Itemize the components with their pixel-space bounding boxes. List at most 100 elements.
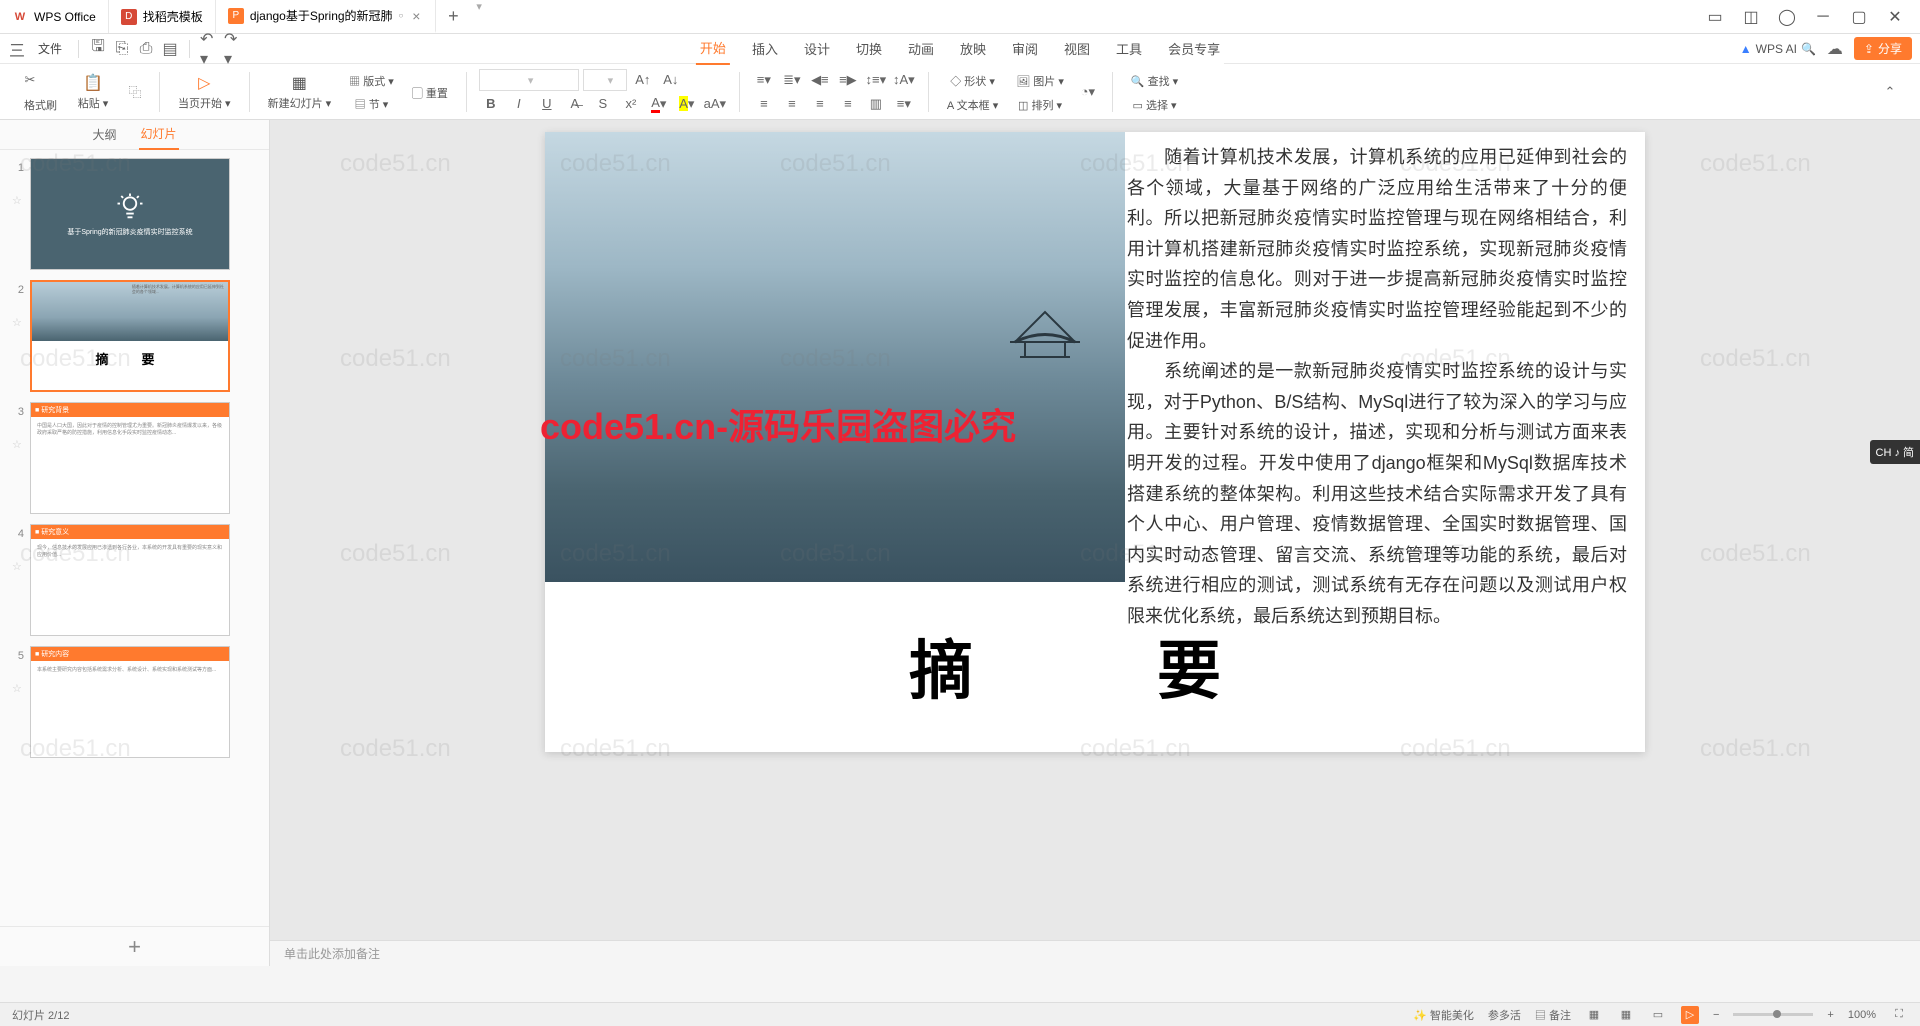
select-button[interactable]: ▭ 选择 ▾ [1125,93,1184,115]
maximize-icon[interactable]: ▢ [1842,2,1876,32]
collapse-ribbon-icon[interactable]: ⌃ [1878,81,1902,103]
decrease-indent-icon[interactable]: ◀≡ [808,69,832,91]
thumbnail-slide-1[interactable]: 基于Spring的新冠肺炎疫情实时监控系统 [30,158,230,270]
tab-insert[interactable]: 插入 [748,33,782,64]
zoom-level[interactable]: 100% [1848,1009,1876,1021]
section-button[interactable]: ▤ 节 ▾ [343,92,400,114]
reading-view-icon[interactable]: ▭ [1649,1006,1667,1024]
thumbnail-slide-5[interactable]: ■ 研究内容 本系统主要研究内容包括系统需求分析、系统设计、系统实现和系统测试等… [30,646,230,758]
star-icon[interactable]: ☆ [12,540,24,573]
print-preview-icon[interactable]: ▤ [161,40,179,58]
star-icon[interactable]: ☆ [12,296,24,329]
align-left-icon[interactable]: ≡ [752,93,776,115]
ime-indicator[interactable]: CH ♪ 简 [1870,440,1920,464]
fit-icon[interactable]: ⛶ [1890,1006,1908,1024]
current-slide[interactable]: 随着计算机技术发展，计算机系统的应用已延伸到社会的各个领域，大量基于网络的广泛应… [545,132,1645,752]
increase-indent-icon[interactable]: ≡▶ [836,69,860,91]
save-icon[interactable]: 🖫 [89,40,107,58]
zoom-in-icon[interactable]: + [1827,1009,1833,1021]
numbering-icon[interactable]: ≣▾ [780,69,804,91]
tab-current-doc[interactable]: P django基于Spring的新冠肺 ○ × [216,0,437,33]
italic-icon[interactable]: I [507,93,531,115]
font-size-select[interactable]: ▾ [583,69,627,91]
bullets-icon[interactable]: ≡▾ [752,69,776,91]
tab-review[interactable]: 审阅 [1008,33,1042,64]
zoom-out-icon[interactable]: − [1713,1009,1719,1021]
arrange-button[interactable]: ◫ 排列 ▾ [1010,93,1070,115]
thumbnail-slide-3[interactable]: ■ 研究背景 中国是人口大国，因此对于疫情的控制管理尤为重要。新冠肺炎疫情爆发以… [30,402,230,514]
smart-beautify-button[interactable]: ✨ 智能美化 [1413,1007,1474,1023]
close-icon[interactable]: × [409,9,423,23]
superscript-icon[interactable]: x² [619,93,643,115]
wps-ai-button[interactable]: ▲ WPS AI 🔍 [1740,42,1816,56]
thumbnail-slide-4[interactable]: ■ 研究意义 现今，信息技术的发展应用已渗透到各行各业，本系统的开发具有重要的现… [30,524,230,636]
normal-view-icon[interactable]: ▦ [1585,1006,1603,1024]
tab-view[interactable]: 视图 [1060,33,1094,64]
textbox-button[interactable]: A 文本框 ▾ [941,93,1004,115]
find-button[interactable]: 🔍 查找 ▾ [1125,69,1184,91]
slides-tab[interactable]: 幻灯片 [139,119,179,150]
decrease-font-icon[interactable]: A↓ [659,69,683,91]
new-slide-button[interactable]: ▦ 新建幻灯片 ▾ [262,71,338,113]
tab-design[interactable]: 设计 [800,33,834,64]
share-button[interactable]: ⇪ 分享 [1854,37,1912,60]
align-justify-icon[interactable]: ≡ [836,93,860,115]
minimize-icon[interactable]: ─ [1806,2,1840,32]
align-right-icon[interactable]: ≡ [808,93,832,115]
highlight-icon[interactable]: A▾ [675,93,699,115]
start-slideshow-button[interactable]: ▷ 当页开始 ▾ [172,71,237,113]
text-direction-icon[interactable]: ↕A▾ [892,69,916,91]
menu-icon[interactable]: 三 [8,40,26,58]
notes-button[interactable]: ▤ 备注 [1535,1007,1571,1023]
redo-icon[interactable]: ↷ ▾ [224,40,242,58]
font-color-icon[interactable]: A▾ [647,93,671,115]
cut-icon[interactable]: ✂ [18,69,42,91]
format-painter-button[interactable]: 格式刷 [18,93,63,115]
tab-home[interactable]: 开始 [696,32,730,65]
tab-tools[interactable]: 工具 [1112,33,1146,64]
change-case-icon[interactable]: aA▾ [703,93,727,115]
line-spacing-icon[interactable]: ↕≡▾ [864,69,888,91]
reset-button[interactable]: ▢ 重置 [406,81,454,103]
star-icon[interactable]: ☆ [12,662,24,695]
tab-slideshow[interactable]: 放映 [956,33,990,64]
zoom-slider[interactable] [1733,1013,1813,1016]
close-window-icon[interactable]: ✕ [1878,2,1912,32]
underline-icon[interactable]: U [535,93,559,115]
shadow-icon[interactable]: S [591,93,615,115]
outline-tab[interactable]: 大纲 [90,120,118,149]
new-tab-button[interactable]: + [436,0,470,33]
print-icon[interactable]: ⎙ [137,40,155,58]
columns-icon[interactable]: ▥ [864,93,888,115]
tab-vip[interactable]: 会员专享 [1164,33,1224,64]
tab-transition[interactable]: 切换 [852,33,886,64]
align-center-icon[interactable]: ≡ [780,93,804,115]
cloud-sync-icon[interactable]: ☁ [1826,40,1844,58]
cube-icon[interactable]: ◫ [1734,2,1768,32]
tab-animation[interactable]: 动画 [904,33,938,64]
shapes-button[interactable]: ◇ 形状 ▾ [941,69,1004,91]
tab-dropdown-icon[interactable]: ▾ [476,0,482,33]
sections-button[interactable]: 参多活 [1488,1007,1521,1023]
thumbnail-slide-2[interactable]: 随着计算机技术发展，计算机系统的应用已延伸到社会的各个领域... 摘 要 [30,280,230,392]
avatar-icon[interactable]: ◯ [1770,2,1804,32]
canvas-scroll[interactable]: 随着计算机技术发展，计算机系统的应用已延伸到社会的各个领域，大量基于网络的广泛应… [270,120,1920,940]
slide-title[interactable]: 摘 要 [545,620,1645,712]
star-icon[interactable]: ☆ [12,174,24,207]
file-menu[interactable]: 文件 [32,37,68,60]
undo-icon[interactable]: ↶ ▾ [200,40,218,58]
paste-button[interactable]: 📋 粘贴 ▾ [69,71,117,113]
strikethrough-icon[interactable]: A̶ [563,93,587,115]
slide-body-text[interactable]: 随着计算机技术发展，计算机系统的应用已延伸到社会的各个领域，大量基于网络的广泛应… [1127,142,1627,632]
export-icon[interactable]: ⎘ [113,40,131,58]
font-family-select[interactable]: ▾ [479,69,579,91]
sorter-view-icon[interactable]: ▦ [1617,1006,1635,1024]
copy-icon[interactable]: ⿻ [123,81,147,103]
tab-wps-home[interactable]: W WPS Office [0,0,109,33]
picture-button[interactable]: 🖼 图片 ▾ [1010,69,1070,91]
layout-button[interactable]: ▦ 版式 ▾ [343,69,400,91]
style-icon[interactable]: ◔▾ [1076,81,1100,103]
slideshow-view-icon[interactable]: ▷ [1681,1006,1699,1024]
notes-placeholder[interactable]: 单击此处添加备注 [270,940,1920,966]
align-vertical-icon[interactable]: ≡▾ [892,93,916,115]
